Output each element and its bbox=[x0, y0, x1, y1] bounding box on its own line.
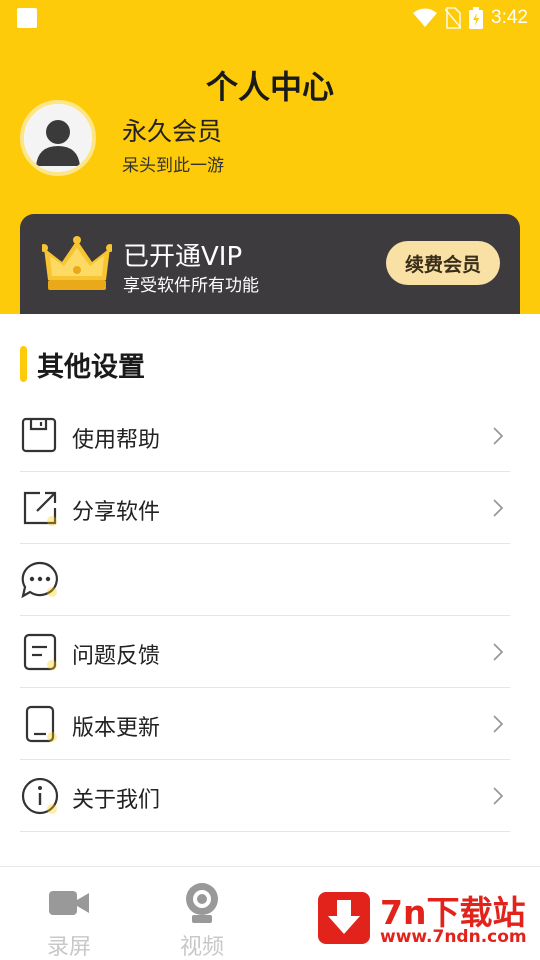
menu-item-chat[interactable] bbox=[20, 544, 510, 616]
menu-item-share[interactable]: 分享软件 bbox=[20, 472, 510, 544]
chevron-right-icon bbox=[493, 643, 504, 661]
menu-item-help[interactable]: 使用帮助 bbox=[20, 400, 510, 472]
wifi-icon bbox=[413, 8, 438, 27]
chevron-right-icon bbox=[493, 715, 504, 733]
menu-label-help: 使用帮助 bbox=[72, 428, 161, 453]
notification-square-icon bbox=[17, 8, 37, 28]
menu-label-feedback: 问题反馈 bbox=[72, 644, 161, 669]
chevron-right-icon bbox=[493, 787, 504, 805]
user-subtitle: 呆头到此一游 bbox=[122, 156, 224, 176]
page-title: 个人中心 bbox=[205, 68, 334, 106]
vip-card: 已开通VIP 享受软件所有功能 续费会员 bbox=[20, 214, 520, 314]
phone-update-icon bbox=[25, 705, 57, 743]
settings-menu: 使用帮助 分享软件 问题反馈 版本更新 关于我们 bbox=[20, 400, 510, 832]
section-accent-bar bbox=[20, 346, 27, 382]
nav-tab-video[interactable]: 视频 bbox=[157, 877, 247, 960]
user-name: 永久会员 bbox=[122, 117, 223, 146]
menu-label-share: 分享软件 bbox=[72, 500, 161, 525]
menu-label-about: 关于我们 bbox=[72, 788, 161, 813]
feedback-document-icon bbox=[23, 633, 57, 671]
menu-label-update: 版本更新 bbox=[72, 716, 161, 741]
vip-status-subtitle: 享受软件所有功能 bbox=[123, 276, 259, 296]
nav-tab-record[interactable]: 录屏 bbox=[24, 877, 114, 960]
vip-status-title: 已开通VIP bbox=[123, 242, 243, 272]
status-time: 3:42 bbox=[491, 7, 528, 28]
no-sim-icon bbox=[445, 7, 462, 29]
renew-membership-button[interactable]: 续费会员 bbox=[386, 241, 500, 285]
nav-label-video: 视频 bbox=[179, 935, 224, 960]
menu-item-feedback[interactable]: 问题反馈 bbox=[20, 616, 510, 688]
download-logo-icon bbox=[318, 892, 370, 944]
status-bar: 3:42 bbox=[0, 0, 540, 36]
chevron-right-icon bbox=[493, 499, 504, 517]
avatar[interactable] bbox=[20, 100, 96, 176]
section-title: 其他设置 bbox=[37, 351, 145, 383]
share-icon bbox=[23, 491, 57, 526]
chevron-right-icon bbox=[493, 427, 504, 445]
chat-bubble-icon bbox=[21, 561, 59, 599]
video-camera-icon bbox=[49, 891, 89, 915]
battery-charging-icon bbox=[469, 7, 484, 29]
user-avatar-icon bbox=[24, 104, 92, 172]
menu-item-about[interactable]: 关于我们 bbox=[20, 760, 510, 832]
section-header: 其他设置 bbox=[20, 344, 145, 384]
floppy-disk-icon bbox=[21, 417, 57, 453]
watermark-url: www.7ndn.com bbox=[380, 927, 527, 947]
nav-label-record: 录屏 bbox=[46, 935, 91, 960]
menu-item-update[interactable]: 版本更新 bbox=[20, 688, 510, 760]
watermark-overlay: 7n下载站 www.7ndn.com bbox=[298, 872, 540, 960]
info-icon bbox=[21, 777, 59, 815]
webcam-icon bbox=[186, 883, 218, 923]
crown-icon bbox=[42, 236, 112, 290]
